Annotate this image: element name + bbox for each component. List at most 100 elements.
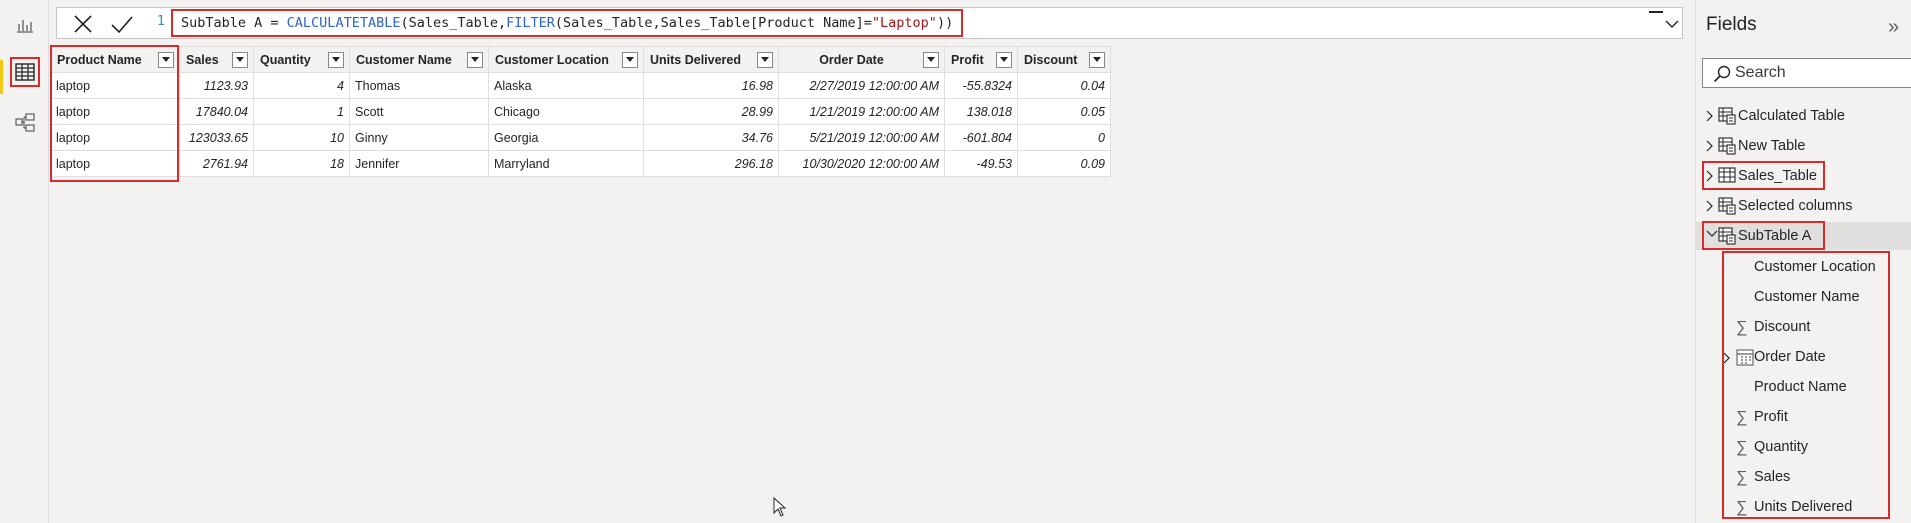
chevron-right-icon[interactable]: [1706, 170, 1714, 182]
table-item-sales-table[interactable]: Sales_Table: [1696, 162, 1911, 190]
cell[interactable]: 18: [253, 150, 350, 177]
cell[interactable]: 16.98: [643, 72, 779, 99]
cell[interactable]: laptop: [50, 72, 180, 99]
field-sales[interactable]: ∑ Sales: [1696, 462, 1911, 492]
field-label: Order Date: [1754, 349, 1826, 365]
table-row[interactable]: laptop 2761.94 18 Jennifer Marryland 296.18 10…: [50, 150, 1111, 177]
bar-chart-icon: [17, 20, 33, 33]
search-box[interactable]: [1702, 58, 1911, 88]
cell[interactable]: 138.018: [944, 98, 1018, 125]
filter-dropdown-icon[interactable]: [158, 52, 174, 68]
filter-dropdown-icon[interactable]: [757, 52, 773, 68]
cell[interactable]: 10: [253, 124, 350, 151]
table-label: New Table: [1738, 138, 1806, 154]
field-units-delivered[interactable]: ∑ Units Delivered: [1696, 492, 1911, 522]
dax-expression[interactable]: SubTable A = CALCULATETABLE(Sales_Table,…: [171, 9, 964, 37]
chevron-right-icon[interactable]: [1706, 200, 1714, 212]
cell[interactable]: 1123.93: [179, 72, 254, 99]
table-item-selected-columns[interactable]: Selected columns: [1696, 192, 1911, 220]
filter-dropdown-icon[interactable]: [328, 52, 344, 68]
chevron-right-icon[interactable]: [1706, 110, 1714, 122]
header-row: Product Name Sales Quantity Customer Nam…: [50, 46, 1111, 73]
cell[interactable]: 5/21/2019 12:00:00 AM: [778, 124, 945, 151]
column-header[interactable]: Order Date: [778, 46, 945, 73]
cell[interactable]: laptop: [50, 124, 180, 151]
cell[interactable]: -55.8324: [944, 72, 1018, 99]
cell[interactable]: 1/21/2019 12:00:00 AM: [778, 98, 945, 125]
table-row[interactable]: laptop 17840.04 1 Scott Chicago 28.99 1/21/201…: [50, 98, 1111, 125]
cell[interactable]: 1: [253, 98, 350, 125]
cell[interactable]: 2/27/2019 12:00:00 AM: [778, 72, 945, 99]
field-discount[interactable]: ∑ Discount: [1696, 312, 1911, 342]
cell[interactable]: 2761.94: [179, 150, 254, 177]
field-quantity[interactable]: ∑ Quantity: [1696, 432, 1911, 462]
formula-bar[interactable]: 1 SubTable A = CALCULATETABLE(Sales_Tabl…: [56, 7, 1683, 39]
filter-dropdown-icon[interactable]: [1089, 52, 1105, 68]
cell[interactable]: 4: [253, 72, 350, 99]
cell[interactable]: Georgia: [488, 124, 644, 151]
cell[interactable]: Marryland: [488, 150, 644, 177]
commit-check-icon[interactable]: [109, 12, 135, 36]
field-product-name[interactable]: Product Name: [1696, 372, 1911, 402]
cell[interactable]: Jennifer: [349, 150, 489, 177]
data-view-button[interactable]: [10, 57, 40, 87]
cell[interactable]: Thomas: [349, 72, 489, 99]
cell[interactable]: Chicago: [488, 98, 644, 125]
column-header[interactable]: Customer Location: [488, 46, 644, 73]
search-input[interactable]: [1735, 63, 1911, 83]
filter-dropdown-icon[interactable]: [996, 52, 1012, 68]
cell[interactable]: 296.18: [643, 150, 779, 177]
cell[interactable]: 34.76: [643, 124, 779, 151]
cell[interactable]: 0: [1017, 124, 1111, 151]
chevron-down-icon[interactable]: [1664, 16, 1680, 32]
filter-dropdown-icon[interactable]: [622, 52, 638, 68]
cell[interactable]: laptop: [50, 98, 180, 125]
chevron-right-icon[interactable]: [1723, 352, 1731, 364]
filter-dropdown-icon[interactable]: [467, 52, 483, 68]
field-customer-location[interactable]: Customer Location: [1696, 252, 1911, 282]
cell[interactable]: laptop: [50, 150, 180, 177]
column-header[interactable]: Units Delivered: [643, 46, 779, 73]
cell[interactable]: 0.04: [1017, 72, 1111, 99]
field-order-date[interactable]: Order Date: [1696, 342, 1911, 372]
calculated-table-icon: [1718, 197, 1736, 215]
cell[interactable]: Ginny: [349, 124, 489, 151]
data-grid: Product Name Sales Quantity Customer Nam…: [50, 46, 1111, 177]
field-label: Sales: [1754, 469, 1791, 485]
column-header[interactable]: Profit: [944, 46, 1018, 73]
calculated-table-icon: [1718, 137, 1736, 155]
cell[interactable]: 10/30/2020 12:00:00 AM: [778, 150, 945, 177]
field-profit[interactable]: ∑ Profit: [1696, 402, 1911, 432]
chevron-down-icon[interactable]: [1706, 230, 1718, 238]
expr-table-name: SubTable A =: [181, 15, 287, 31]
table-item-new-table[interactable]: New Table: [1696, 132, 1911, 160]
cell[interactable]: 123033.65: [179, 124, 254, 151]
cancel-icon[interactable]: [71, 12, 95, 36]
filter-dropdown-icon[interactable]: [232, 52, 248, 68]
cell[interactable]: 28.99: [643, 98, 779, 125]
chevron-right-icon[interactable]: [1706, 140, 1714, 152]
table-grid-icon: [15, 63, 35, 81]
column-header[interactable]: Product Name: [50, 46, 180, 73]
column-header[interactable]: Discount: [1017, 46, 1111, 73]
cell[interactable]: -49.53: [944, 150, 1018, 177]
cell[interactable]: 0.09: [1017, 150, 1111, 177]
cell[interactable]: Alaska: [488, 72, 644, 99]
table-row[interactable]: laptop 123033.65 10 Ginny Georgia 34.76 5/21/2…: [50, 124, 1111, 151]
cell[interactable]: 0.05: [1017, 98, 1111, 125]
collapse-pane-icon[interactable]: »: [1888, 16, 1899, 39]
cell[interactable]: Scott: [349, 98, 489, 125]
cell[interactable]: -601.804: [944, 124, 1018, 151]
table-row[interactable]: laptop 1123.93 4 Thomas Alaska 16.98 2/27/2019…: [50, 72, 1111, 99]
field-customer-name[interactable]: Customer Name: [1696, 282, 1911, 312]
model-diagram-icon: [15, 113, 35, 132]
column-header[interactable]: Quantity: [253, 46, 350, 73]
model-view-button[interactable]: [10, 108, 40, 138]
table-item-subtable-a[interactable]: SubTable A: [1696, 222, 1911, 250]
column-header[interactable]: Sales: [179, 46, 254, 73]
cell[interactable]: 17840.04: [179, 98, 254, 125]
table-item-calculated-table[interactable]: Calculated Table: [1696, 102, 1911, 130]
column-header[interactable]: Customer Name: [349, 46, 489, 73]
filter-dropdown-icon[interactable]: [923, 52, 939, 68]
report-view-button[interactable]: [10, 10, 40, 40]
